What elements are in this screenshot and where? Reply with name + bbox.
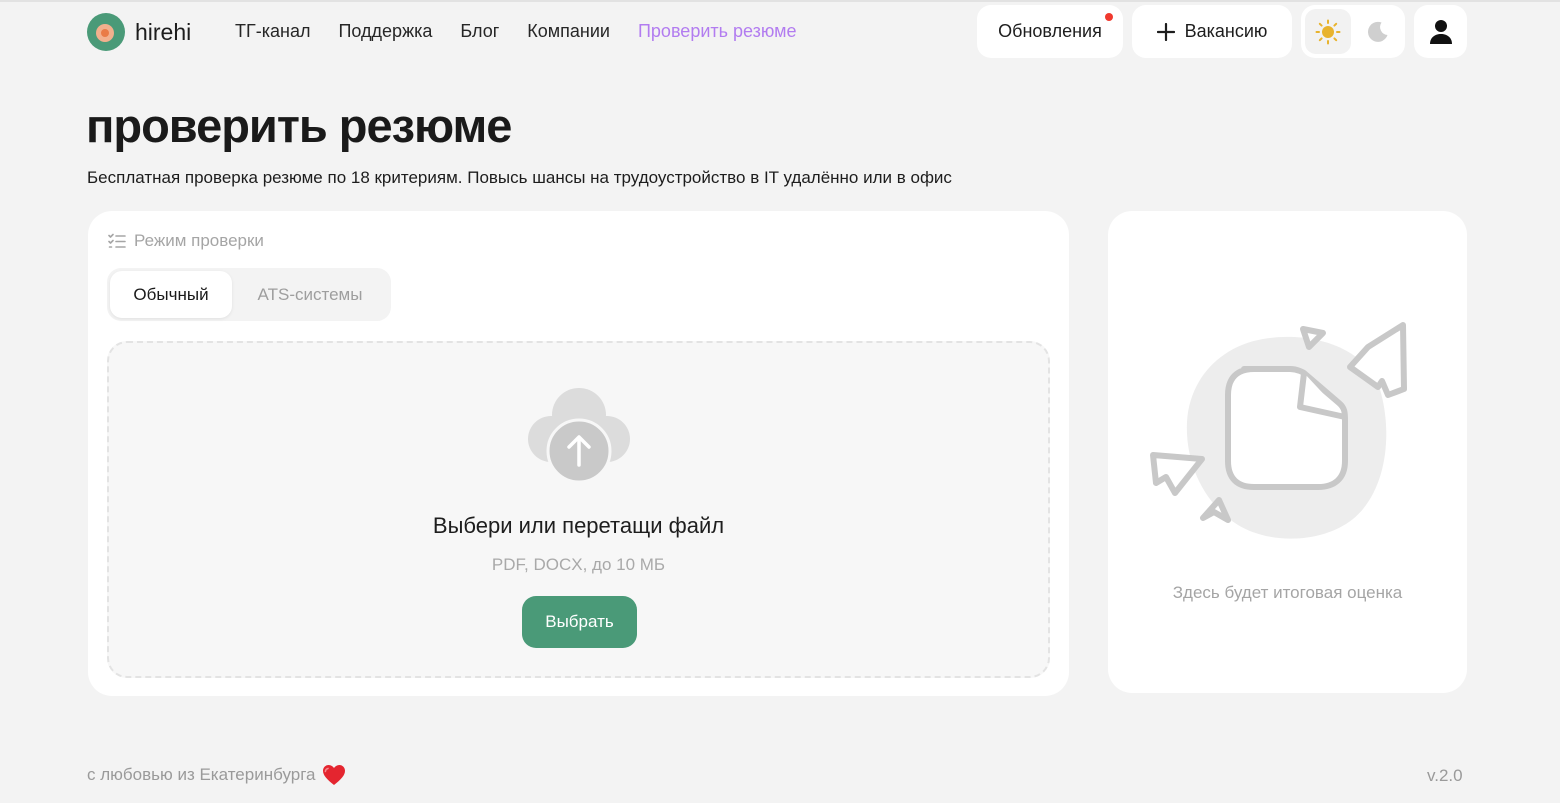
user-icon bbox=[1429, 19, 1452, 44]
footer-credit-text: с любовью из Екатеринбурга bbox=[87, 765, 316, 784]
page-subtitle: Бесплатная проверка резюме по 18 критери… bbox=[87, 168, 952, 187]
logo-link[interactable]: hirehi bbox=[87, 13, 191, 51]
nav-item-support[interactable]: Поддержка bbox=[338, 21, 432, 42]
file-dropzone[interactable]: Выбери или перетащи файл PDF, DOCX, до 1… bbox=[107, 341, 1050, 678]
add-vacancy-button[interactable]: Вакансию bbox=[1132, 5, 1292, 58]
cloud-upload-icon bbox=[528, 388, 630, 484]
mode-label: Режим проверки bbox=[108, 231, 264, 251]
nav-item-check-resume[interactable]: Проверить резюме bbox=[638, 21, 797, 42]
document-with-paper-planes-icon bbox=[1150, 322, 1407, 539]
mode-switch: Обычный ATS-системы bbox=[107, 268, 391, 321]
choose-file-button[interactable]: Выбрать bbox=[522, 596, 637, 648]
theme-toggle bbox=[1301, 5, 1405, 58]
updates-label: Обновления bbox=[998, 21, 1102, 41]
result-card: Здесь будет итоговая оценка bbox=[1108, 211, 1467, 693]
top-header: hirehi ТГ-канал Поддержка Блог Компании … bbox=[0, 5, 1560, 59]
dropzone-title: Выбери или перетащи файл bbox=[432, 513, 725, 538]
profile-button[interactable] bbox=[1414, 5, 1467, 58]
moon-icon bbox=[1368, 21, 1388, 42]
add-vacancy-label: Вакансию bbox=[1184, 21, 1268, 41]
nav-item-companies[interactable]: Компании bbox=[527, 21, 610, 42]
score-placeholder: Здесь будет итоговая оценка bbox=[1172, 583, 1403, 602]
main-nav: ТГ-канал Поддержка Блог Компании Провери… bbox=[235, 21, 797, 42]
window-top-border bbox=[0, 0, 1560, 2]
dropzone-hint: PDF, DOCX, до 10 МБ bbox=[491, 555, 666, 574]
nav-item-blog[interactable]: Блог bbox=[460, 21, 499, 42]
mode-option-ats[interactable]: ATS-системы bbox=[232, 271, 388, 318]
heart-icon bbox=[322, 765, 345, 785]
footer-credit: с любовью из Екатеринбурга bbox=[87, 764, 346, 786]
sun-icon bbox=[1315, 19, 1341, 44]
notification-dot bbox=[1105, 13, 1113, 21]
logo-icon bbox=[87, 13, 125, 51]
plus-icon bbox=[1156, 22, 1175, 41]
version-label: v.2.0 bbox=[1427, 766, 1463, 785]
mode-label-text: Режим проверки bbox=[134, 231, 264, 250]
page-title: проверить резюме bbox=[86, 99, 512, 152]
nav-item-tg-channel[interactable]: ТГ-канал bbox=[235, 21, 310, 42]
theme-light-option[interactable] bbox=[1305, 9, 1351, 54]
upload-card: Режим проверки Обычный ATS-системы Выбер… bbox=[88, 211, 1069, 696]
checklist-icon bbox=[108, 233, 126, 248]
updates-button[interactable]: Обновления bbox=[977, 5, 1123, 58]
logo-text: hirehi bbox=[135, 18, 192, 45]
theme-dark-option[interactable] bbox=[1355, 9, 1401, 54]
mode-option-regular[interactable]: Обычный bbox=[110, 271, 232, 318]
